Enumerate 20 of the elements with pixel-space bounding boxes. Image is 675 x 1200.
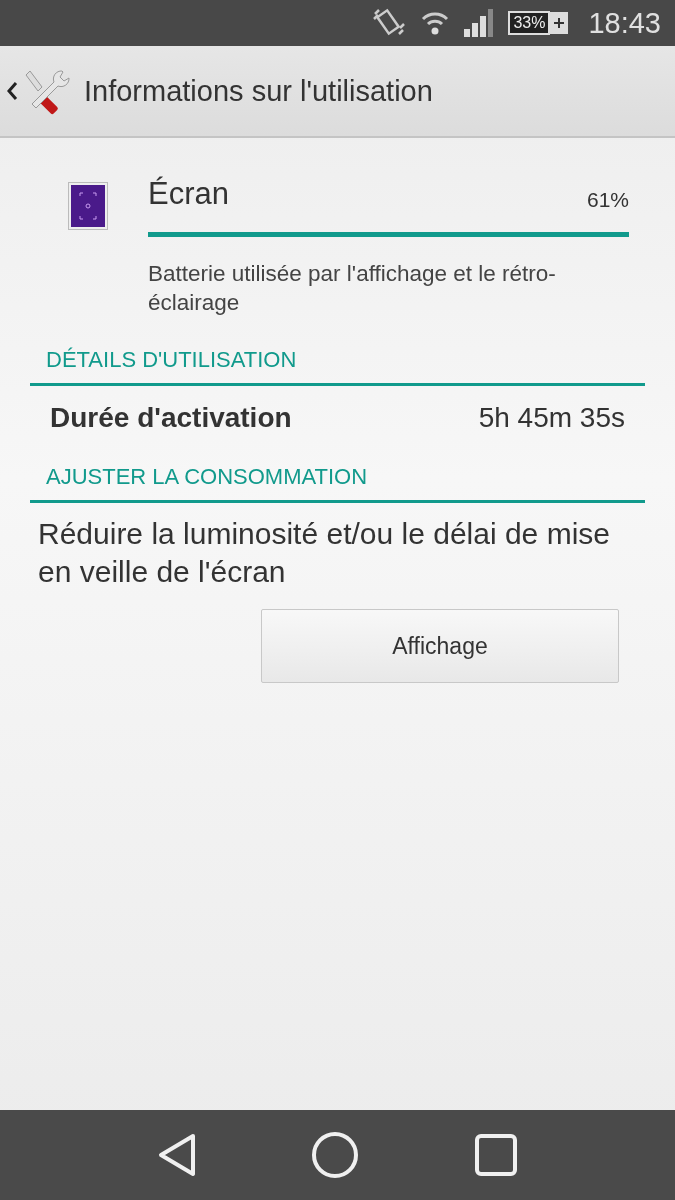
screen-title: Informations sur l'utilisation [84,74,433,108]
wifi-icon [420,10,451,36]
usage-percent: 61% [586,188,629,212]
display-button[interactable]: Affichage [261,609,619,683]
vibrate-icon [372,8,407,38]
home-icon[interactable] [311,1131,360,1179]
detail-value: 5h 45m 35s [478,402,625,434]
advice-text: Réduire la luminosité et/ou le délai de mise en veille de l'écran [37,516,611,590]
usage-description: Batterie utilisée par l'affichage et le rétro-éclairage [148,260,557,317]
usage-name: Écran [148,176,229,212]
clock: 18:43 [588,6,661,40]
back-icon[interactable] [157,1133,198,1177]
battery-level: 33% [508,11,551,35]
section-header: DÉTAILS D'UTILISATION [30,347,645,386]
signal-icon [464,9,495,37]
screen-icon [68,182,108,230]
detail-label: Durée d'activation [50,402,292,434]
recent-apps-icon[interactable] [473,1133,518,1177]
back-icon[interactable] [6,80,18,102]
section-header: AJUSTER LA CONSOMMATION [30,464,645,503]
